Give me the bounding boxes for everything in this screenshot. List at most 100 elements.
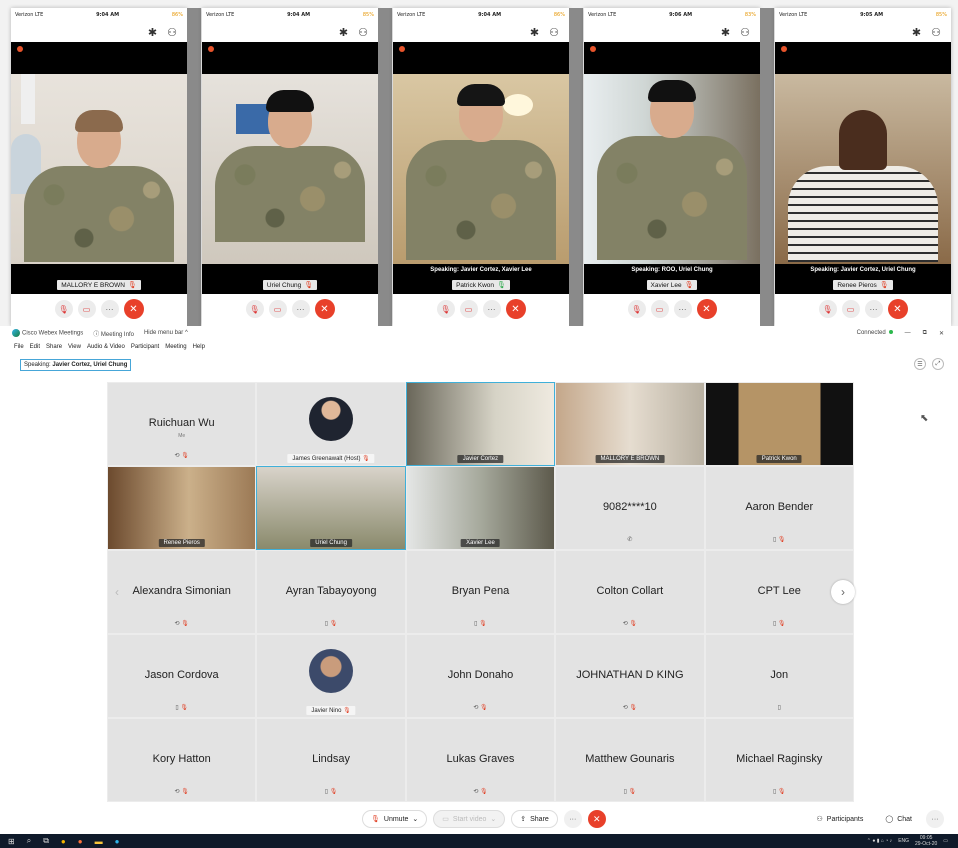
next-page-arrow-icon[interactable]: › xyxy=(831,580,855,604)
menu-bar: File Edit Share View Audio & Video Parti… xyxy=(0,340,958,354)
mute-button[interactable]: 🎙 xyxy=(627,300,646,318)
participants-icon[interactable]: ⚇ xyxy=(167,26,177,39)
end-call-button[interactable]: ✕ xyxy=(887,299,908,319)
more-options-button[interactable]: ··· xyxy=(563,810,582,828)
participant-tile[interactable]: James Greenawalt (Host) 🎙 xyxy=(256,382,406,466)
participants-icon[interactable]: ⚇ xyxy=(931,26,941,39)
participants-button[interactable]: ⚇ Participants xyxy=(808,810,872,828)
participant-tile[interactable]: Bryan Pena ▯ 🎙 xyxy=(405,550,556,634)
menu-meeting[interactable]: Meeting xyxy=(165,344,186,350)
participant-video-tile[interactable]: Renee Pieros xyxy=(107,466,257,550)
menu-help[interactable]: Help xyxy=(193,344,205,350)
participant-video-tile[interactable]: Uriel Chung xyxy=(256,466,406,550)
end-call-button[interactable]: ✕ xyxy=(123,299,144,319)
end-call-button[interactable]: ✕ xyxy=(696,299,717,319)
video-button[interactable]: ▭ xyxy=(650,300,669,318)
hide-menu-bar-button[interactable]: Hide menu bar ^ xyxy=(144,330,188,336)
more-panels-button[interactable]: ··· xyxy=(926,810,944,828)
participant-video-tile[interactable]: Patrick Kwon xyxy=(704,382,854,466)
bluetooth-icon[interactable]: ✱ xyxy=(912,26,921,39)
mute-button[interactable]: 🎙 xyxy=(245,300,264,318)
participant-tile[interactable]: Aaron Bender ▯ 🎙 xyxy=(704,466,854,550)
more-button[interactable]: ··· xyxy=(482,300,501,318)
bluetooth-icon[interactable]: ✱ xyxy=(339,26,348,39)
video-button[interactable]: ▭ xyxy=(841,300,860,318)
mute-button[interactable]: 🎙 xyxy=(818,300,837,318)
end-meeting-button[interactable]: ✕ xyxy=(587,810,606,828)
webex-window: Cisco Webex Meetings ⓘ Meeting Info Hide… xyxy=(0,326,958,834)
end-call-button[interactable]: ✕ xyxy=(505,299,526,319)
minimize-icon[interactable]: — xyxy=(905,330,911,336)
participant-tile[interactable]: Ruichuan Wu Me ⟲ 🎙 xyxy=(107,382,257,466)
start-video-button[interactable]: ▭ Start video ⌄ xyxy=(433,810,506,828)
phone-video xyxy=(393,74,569,264)
phone-time: 9:05 AM xyxy=(860,12,884,18)
restore-icon[interactable]: ⧉ xyxy=(923,330,927,337)
participant-tile[interactable]: Jason Cordova ▯ 🎙 xyxy=(107,634,257,718)
file-explorer-icon[interactable]: ▬ xyxy=(95,837,103,846)
windows-start-icon[interactable]: ⊞ xyxy=(8,837,15,846)
mute-button[interactable]: 🎙 xyxy=(54,300,73,318)
menu-file[interactable]: File xyxy=(14,344,24,350)
participant-tile[interactable]: Alexandra Simonian ⟲ 🎙 xyxy=(107,550,257,634)
mic-muted-icon: 🎙 xyxy=(629,705,638,711)
share-button[interactable]: ⇪ Share xyxy=(511,810,558,828)
menu-audio-video[interactable]: Audio & Video xyxy=(87,344,125,350)
more-button[interactable]: ··· xyxy=(291,300,310,318)
video-button[interactable]: ▭ xyxy=(268,300,287,318)
clock[interactable]: 09:05 29-Oct-20 xyxy=(915,835,937,847)
participant-tile[interactable]: Jon ▯ xyxy=(704,634,854,718)
participant-tile[interactable]: Colton Collart ⟲ 🎙 xyxy=(555,550,705,634)
bluetooth-icon[interactable]: ✱ xyxy=(148,26,157,39)
participant-tile[interactable]: Javier Nino 🎙 xyxy=(256,634,406,718)
participant-video-tile[interactable]: Javier Cortez xyxy=(405,382,556,466)
firefox-icon[interactable]: ● xyxy=(78,837,83,846)
more-button[interactable]: ··· xyxy=(100,300,119,318)
audio-status: ⟲ 🎙 xyxy=(174,789,189,795)
task-view-icon[interactable]: ⧉ xyxy=(43,836,49,846)
more-button[interactable]: ··· xyxy=(673,300,692,318)
participant-tile[interactable]: Matthew Gounaris ▯ 🎙 xyxy=(555,718,705,802)
bluetooth-icon[interactable]: ✱ xyxy=(530,26,539,39)
participant-tile[interactable]: 9082****10 ✆ xyxy=(555,466,705,550)
participants-icon[interactable]: ⚇ xyxy=(358,26,368,39)
participant-tile[interactable]: Michael Raginsky ▯ 🎙 xyxy=(704,718,854,802)
language-indicator[interactable]: ENG xyxy=(898,838,909,844)
mic-muted-icon: 🎙 xyxy=(181,621,189,627)
unmute-button[interactable]: 🎙 Unmute ⌄ xyxy=(362,810,428,828)
menu-participant[interactable]: Participant xyxy=(131,344,159,350)
layout-icon[interactable]: ☰ xyxy=(914,358,926,370)
video-button[interactable]: ▭ xyxy=(77,300,96,318)
participant-tile[interactable]: Lukas Graves ⟲ 🎙 xyxy=(405,718,556,802)
notifications-icon[interactable]: ▭ xyxy=(943,838,948,844)
menu-edit[interactable]: Edit xyxy=(30,344,40,350)
participant-tile[interactable]: John Donaho ⟲ 🎙 xyxy=(405,634,556,718)
chat-button[interactable]: ◯ Chat xyxy=(877,810,920,828)
participants-icon[interactable]: ⚇ xyxy=(549,26,559,39)
mic-muted-icon: 🎙 xyxy=(480,789,488,795)
more-button[interactable]: ··· xyxy=(864,300,883,318)
mute-button[interactable]: 🎙 xyxy=(436,300,455,318)
close-icon[interactable]: ✕ xyxy=(939,330,944,337)
previous-page-arrow-icon[interactable]: ‹ xyxy=(105,580,129,604)
end-call-button[interactable]: ✕ xyxy=(314,299,335,319)
meeting-info-button[interactable]: ⓘ Meeting Info xyxy=(93,329,134,338)
video-button[interactable]: ▭ xyxy=(459,300,478,318)
menu-view[interactable]: View xyxy=(68,344,81,350)
mic-muted-icon: 🎙 xyxy=(684,282,694,289)
menu-share[interactable]: Share xyxy=(46,344,62,350)
participants-icon[interactable]: ⚇ xyxy=(740,26,750,39)
participant-video-tile[interactable]: MALLORY E BROWN xyxy=(555,382,705,466)
chrome-icon[interactable]: ● xyxy=(61,837,66,846)
search-icon[interactable]: ⌕ xyxy=(27,836,31,846)
participant-tile[interactable]: Ayran Tabayoyong ▯ 🎙 xyxy=(256,550,406,634)
participant-tile[interactable]: Kory Hatton ⟲ 🎙 xyxy=(107,718,257,802)
participant-tile[interactable]: Lindsay ▯ 🎙 xyxy=(256,718,406,802)
fullscreen-icon[interactable]: ⤢ xyxy=(932,358,944,370)
bluetooth-icon[interactable]: ✱ xyxy=(721,26,730,39)
webex-taskbar-icon[interactable]: ● xyxy=(115,837,120,846)
participant-video-tile[interactable]: Xavier Lee xyxy=(405,466,556,550)
participant-tile[interactable]: JOHNATHAN D KING ⟲ 🎙 xyxy=(555,634,705,718)
chevron-down-icon: ⌄ xyxy=(490,816,497,823)
tray-icons[interactable]: ⌃ ● ▮ ⌂ ◔ ♪ xyxy=(867,838,892,844)
